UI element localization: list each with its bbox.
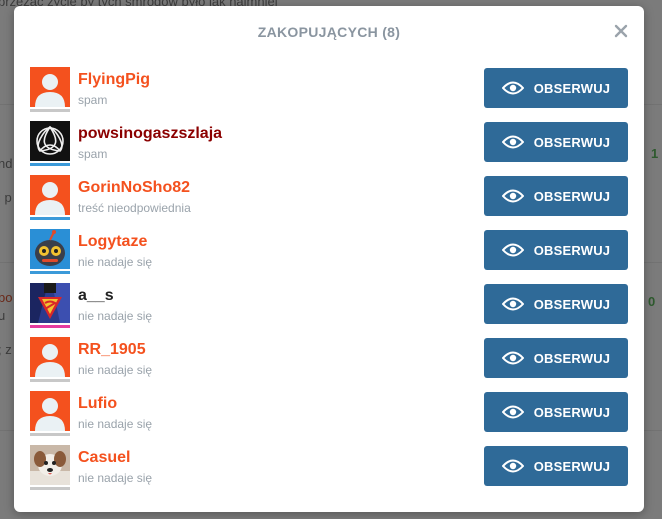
- follow-button-label: OBSERWUJ: [533, 80, 611, 96]
- avatar[interactable]: [30, 391, 70, 431]
- user-row: FlyingPig spam OBSERWUJ: [14, 67, 644, 121]
- follow-button[interactable]: OBSERWUJ: [484, 176, 628, 216]
- follow-button-label: OBSERWUJ: [533, 188, 611, 204]
- avatar[interactable]: [30, 121, 70, 161]
- follow-button-label: OBSERWUJ: [533, 242, 611, 258]
- username-link[interactable]: powsinogaszszlaja: [78, 125, 222, 143]
- follow-button[interactable]: OBSERWUJ: [484, 230, 628, 270]
- eye-icon: [501, 297, 524, 311]
- follow-button[interactable]: OBSERWUJ: [484, 446, 628, 486]
- bury-reason: nie nadaje się: [78, 363, 153, 377]
- user-row: GorinNoSho82 treść nieodpowiednia OBSERWUJ: [14, 175, 644, 229]
- avatar-status-bar: [30, 379, 70, 382]
- bury-reason: treść nieodpowiednia: [78, 201, 191, 215]
- username-link[interactable]: Logytaze: [78, 233, 147, 251]
- username-link[interactable]: Lufio: [78, 395, 117, 413]
- follow-button[interactable]: OBSERWUJ: [484, 284, 628, 324]
- bury-reason: nie nadaje się: [78, 255, 153, 269]
- avatar-status-bar: [30, 217, 70, 220]
- follow-button-label: OBSERWUJ: [533, 134, 611, 150]
- eye-icon: [501, 459, 524, 473]
- bury-reason: nie nadaje się: [78, 417, 153, 431]
- bury-reason: nie nadaje się: [78, 309, 153, 323]
- background-fragment: ; z: [0, 342, 12, 357]
- user-row: Logytaze nie nadaje się OBSERWUJ: [14, 229, 644, 283]
- avatar[interactable]: [30, 337, 70, 377]
- bury-reason: spam: [78, 93, 108, 107]
- avatar-status-bar: [30, 109, 70, 112]
- dialog-title: ZAKOPUJĄCYCH (8): [257, 24, 401, 40]
- follow-button[interactable]: OBSERWUJ: [484, 68, 628, 108]
- avatar[interactable]: [30, 283, 70, 323]
- username-link[interactable]: GorinNoSho82: [78, 179, 190, 197]
- bury-reason: spam: [78, 147, 108, 161]
- follow-button[interactable]: OBSERWUJ: [484, 338, 628, 378]
- follow-button-label: OBSERWUJ: [533, 404, 611, 420]
- follow-button[interactable]: OBSERWUJ: [484, 392, 628, 432]
- eye-icon: [501, 351, 524, 365]
- eye-icon: [501, 243, 524, 257]
- background-fragment: u: [0, 308, 6, 323]
- avatar[interactable]: [30, 445, 70, 485]
- eye-icon: [501, 405, 524, 419]
- username-link[interactable]: FlyingPig: [78, 71, 150, 89]
- avatar[interactable]: [30, 175, 70, 215]
- eye-icon: [501, 81, 524, 95]
- background-vote-count: 0: [648, 294, 656, 309]
- avatar-status-bar: [30, 271, 70, 274]
- username-link[interactable]: a__s: [78, 287, 114, 305]
- background-fragment: bo: [0, 290, 13, 305]
- close-icon: [614, 24, 628, 38]
- avatar-status-bar: [30, 433, 70, 436]
- avatar-status-bar: [30, 487, 70, 490]
- username-link[interactable]: RR_1905: [78, 341, 146, 359]
- follow-button-label: OBSERWUJ: [533, 458, 611, 474]
- bury-reason: nie nadaje się: [78, 471, 153, 485]
- follow-button[interactable]: OBSERWUJ: [484, 122, 628, 162]
- user-row: powsinogaszszlaja spam OBSERWUJ: [14, 121, 644, 175]
- user-row: Lufio nie nadaje się OBSERWUJ: [14, 391, 644, 445]
- avatar[interactable]: [30, 67, 70, 107]
- follow-button-label: OBSERWUJ: [533, 350, 611, 366]
- follow-button-label: OBSERWUJ: [533, 296, 611, 312]
- eye-icon: [501, 135, 524, 149]
- username-link[interactable]: Casuel: [78, 449, 130, 467]
- background-fragment: nd: [0, 156, 13, 171]
- eye-icon: [501, 189, 524, 203]
- background-vote-count: 1: [651, 146, 659, 161]
- avatar[interactable]: [30, 229, 70, 269]
- avatar-status-bar: [30, 325, 70, 328]
- background-fragment: i p: [0, 190, 12, 205]
- avatar-status-bar: [30, 163, 70, 166]
- user-row: RR_1905nie nadaje się OBSERWUJ: [14, 337, 644, 391]
- user-row: Casuel nie nadaje się OBSERWUJ: [14, 445, 644, 499]
- buriers-dialog: ZAKOPUJĄCYCH (8) FlyingPig spam OBSERWUJ po…: [14, 6, 644, 512]
- user-row: a__snie nadaje się OBSERWUJ: [14, 283, 644, 337]
- close-button[interactable]: [613, 23, 629, 39]
